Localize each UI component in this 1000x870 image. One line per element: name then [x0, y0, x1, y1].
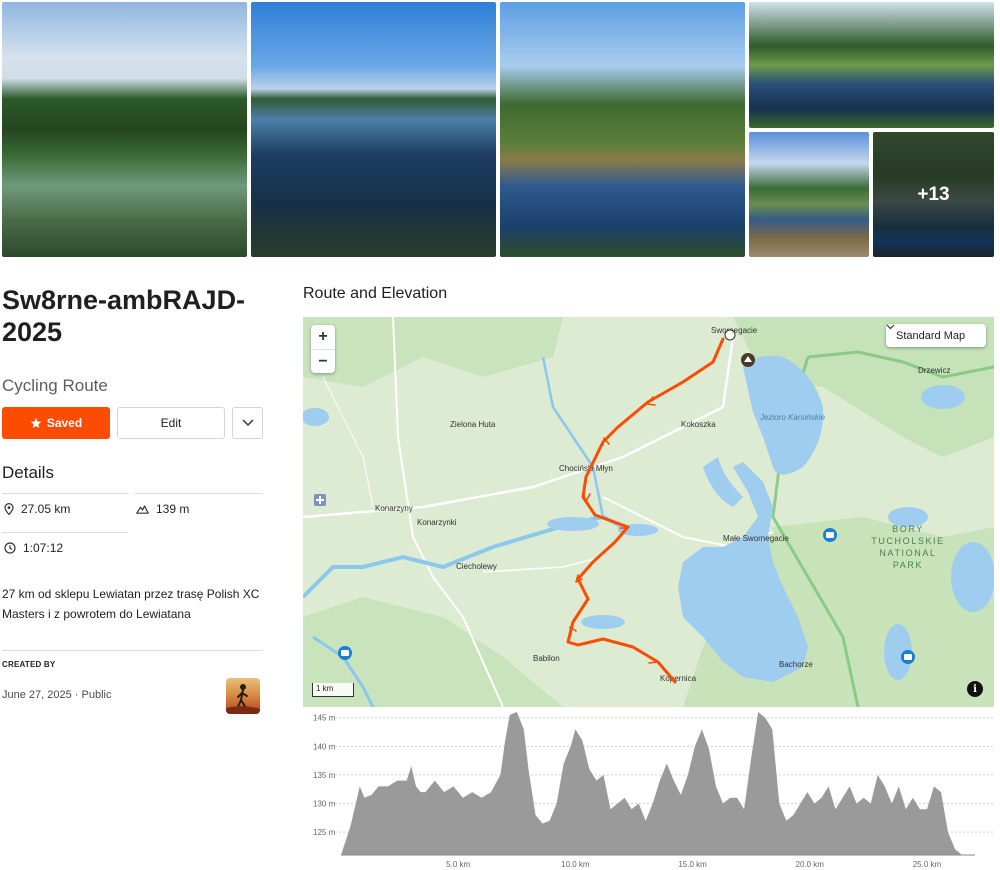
route-meta: June 27, 2025 · Public [2, 689, 112, 701]
avatar-image [226, 684, 260, 714]
lake-label: Jezioro Karsińskie [759, 413, 825, 422]
x-tick-label: 10.0 km [561, 860, 590, 869]
route-photo[interactable] [500, 2, 745, 257]
map-style-label: Standard Map [896, 329, 966, 342]
route-map[interactable]: BORY TUCHOLSKIE NATIONAL PARK Swornegaci… [303, 317, 994, 707]
chevron-down-icon [241, 419, 254, 427]
park-label-line3: NATIONAL [879, 548, 936, 558]
place-label: Babilon [533, 654, 560, 663]
route-photo[interactable] [749, 2, 994, 128]
time-value: 1:07:12 [23, 541, 64, 555]
route-description: 27 km od sklepu Lewiatan przez trasę Pol… [2, 587, 260, 621]
created-date: June 27, 2025 [2, 689, 72, 701]
map-canvas: BORY TUCHOLSKIE NATIONAL PARK Swornegaci… [303, 317, 994, 707]
zoom-out-button[interactable]: − [311, 349, 335, 373]
x-tick-label: 5.0 km [446, 860, 470, 869]
x-tick-label: 15.0 km [678, 860, 707, 869]
y-tick-label: 125 m [313, 828, 336, 837]
elevation-area [341, 712, 975, 855]
saved-button[interactable]: Saved [2, 407, 110, 439]
info-icon[interactable]: i [967, 681, 983, 697]
saved-label: Saved [46, 416, 83, 430]
start-marker [724, 329, 736, 341]
x-tick-label: 25.0 km [913, 860, 942, 869]
distance-stat: 27.05 km [4, 502, 70, 516]
y-tick-label: 135 m [313, 771, 336, 780]
divider [2, 650, 263, 651]
photo-gallery: +13 [0, 0, 1000, 262]
zoom-in-button[interactable]: + [311, 325, 335, 349]
clock-icon [4, 542, 16, 554]
divider [135, 493, 263, 494]
distance-value: 27.05 km [21, 502, 71, 516]
place-label: Konarzynki [417, 518, 457, 527]
elevation-chart[interactable]: 125 m 130 m 135 m 140 m 145 m 5.0 km 10.0 km 15… [303, 712, 994, 870]
mountain-icon [136, 505, 149, 514]
meta-separator: · [74, 689, 82, 701]
map-scale: 1 km [312, 683, 354, 697]
more-photos-button[interactable]: +13 [873, 132, 994, 257]
place-label: Konarzyny [375, 504, 413, 513]
place-label: Małe Swornegacie [723, 534, 789, 543]
route-photo[interactable] [2, 2, 247, 257]
place-label: Bachorze [779, 660, 813, 669]
divider [2, 493, 128, 494]
y-tick-label: 145 m [313, 714, 336, 723]
park-label-line1: BORY [892, 524, 924, 534]
place-label: Kopernica [660, 674, 697, 683]
place-label: Chociński Młyn [559, 464, 613, 473]
section-heading: Route and Elevation [303, 285, 448, 302]
time-stat: 1:07:12 [4, 541, 63, 555]
more-options-button[interactable] [232, 407, 263, 439]
elevation-value: 139 m [156, 502, 190, 516]
place-label: Drzewicz [918, 366, 950, 375]
elevation-svg: 125 m 130 m 135 m 140 m 145 m 5.0 km 10.0 km 15… [313, 712, 994, 869]
edit-label: Edit [160, 416, 182, 430]
route-title: Sw8rne-ambRAJD-2025 [2, 285, 246, 347]
park-label-line4: PARK [893, 560, 923, 570]
created-by-label: CREATED BY [2, 660, 56, 669]
avatar[interactable] [226, 678, 260, 714]
route-type: Cycling Route [2, 376, 108, 395]
place-label: Ciecholewy [456, 562, 497, 571]
more-photos-count: +13 [917, 183, 950, 205]
zoom-controls: + − [311, 325, 335, 373]
y-tick-label: 140 m [313, 742, 336, 751]
route-photo[interactable] [251, 2, 496, 257]
elevation-stat: 139 m [136, 502, 189, 516]
visibility: Public [81, 689, 112, 701]
divider [2, 532, 128, 533]
y-tick-label: 130 m [313, 800, 336, 809]
chevron-down-icon [886, 324, 895, 330]
route-photo[interactable] [749, 132, 869, 257]
map-style-select[interactable]: Standard Map [886, 324, 986, 347]
details-heading: Details [2, 463, 54, 482]
location-pin-icon [4, 503, 14, 515]
x-tick-label: 20.0 km [796, 860, 825, 869]
park-label-line2: TUCHOLSKIE [871, 536, 945, 546]
star-icon [30, 418, 42, 428]
place-label: Zielona Huta [450, 420, 496, 429]
place-label: Kokoszka [681, 420, 716, 429]
edit-button[interactable]: Edit [117, 407, 225, 439]
